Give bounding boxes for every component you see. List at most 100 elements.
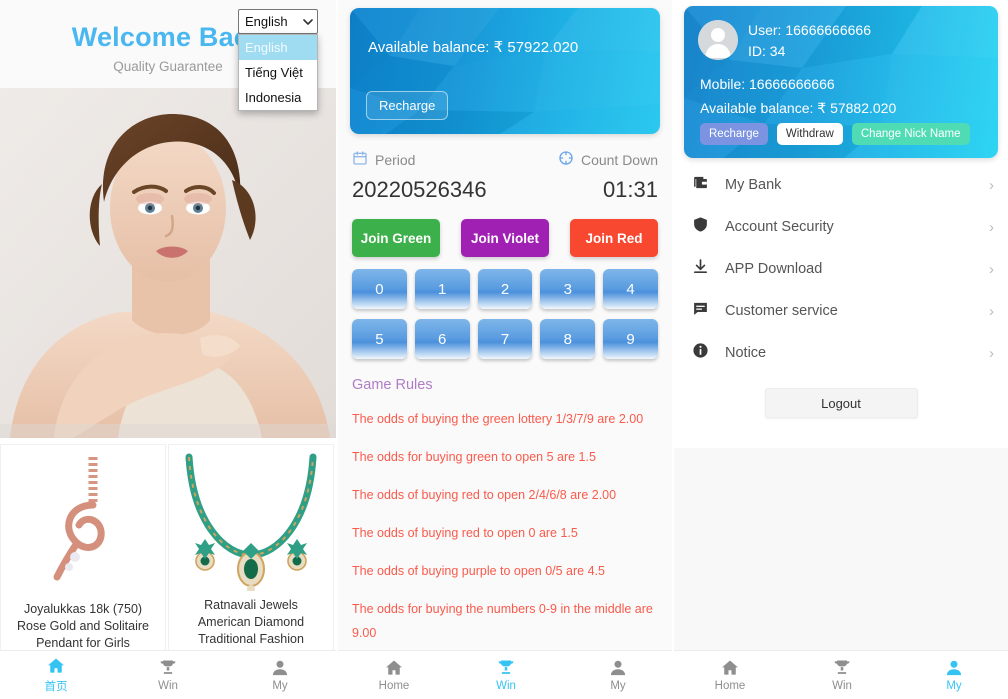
chevron-right-icon: › [989, 218, 994, 236]
number-button-2[interactable]: 2 [477, 269, 533, 309]
home-icon [46, 656, 66, 676]
countdown-label-group: Count Down [558, 150, 658, 169]
join-violet-button[interactable]: Join Violet [461, 219, 549, 257]
balance-card: Available balance: ₹ 57922.020 Recharge [350, 8, 660, 134]
tab-label: Home [378, 680, 410, 692]
period-countdown-labels: Period Count Down [338, 134, 672, 169]
number-button-9[interactable]: 9 [603, 319, 658, 359]
page-subtitle: Quality Guarantee [113, 59, 223, 74]
chevron-right-icon: › [989, 260, 994, 278]
download-icon [692, 258, 709, 280]
person-icon [270, 658, 290, 678]
menu-item-label: Customer service [725, 303, 838, 319]
logout-button[interactable]: Logout [764, 388, 918, 418]
language-select-box[interactable]: English [238, 9, 318, 34]
tab-win[interactable]: Win [450, 651, 562, 699]
tab-label: My [610, 680, 626, 692]
info-icon [692, 342, 709, 364]
chevron-right-icon: › [989, 302, 994, 320]
number-button-8[interactable]: 8 [540, 319, 596, 359]
bottom-tab-bar: Home Win My [338, 650, 672, 699]
product-caption: Joyalukkas 18k (750) Rose Gold and Solit… [16, 602, 150, 650]
chat-icon [692, 300, 709, 322]
chevron-right-icon: › [989, 176, 994, 194]
chevron-right-icon: › [989, 344, 994, 362]
chevron-down-icon [303, 17, 313, 27]
number-button-4[interactable]: 4 [603, 269, 658, 309]
number-button-0[interactable]: 0 [352, 269, 407, 309]
tab-label: Win [832, 680, 852, 692]
menu-item-label: My Bank [725, 177, 782, 193]
period-value: 20220526346 [352, 177, 487, 202]
language-selector[interactable]: English English Tiếng Việt Indonesia [238, 9, 318, 111]
green-necklace-set-icon [176, 451, 326, 591]
hero-banner-image[interactable] [0, 88, 336, 438]
number-button-7[interactable]: 7 [477, 319, 533, 359]
tab-label: Home [714, 680, 746, 692]
tab-my[interactable]: My [224, 651, 336, 699]
countdown-value: 01:31 [602, 177, 658, 202]
change-nick-name-button[interactable]: Change Nick Name [851, 123, 970, 145]
tab-win[interactable]: Win [112, 651, 224, 699]
language-option-indonesia[interactable]: Indonesia [239, 85, 317, 110]
product-card[interactable]: Joyalukkas 18k (750) Rose Gold and Solit… [0, 444, 166, 653]
menu-item-account-security[interactable]: Account Security › [674, 206, 1008, 248]
number-button-3[interactable]: 3 [540, 269, 596, 309]
page-title: Welcome Back [71, 22, 265, 52]
wallet-icon [692, 174, 709, 196]
product-card[interactable]: Ratnavali Jewels American Diamond Tradit… [168, 444, 334, 653]
withdraw-button[interactable]: Withdraw [776, 123, 843, 145]
user-profile-card: User: 16666666666 ID: 34 Mobile: 1666666… [684, 6, 998, 158]
recharge-button[interactable]: Recharge [700, 123, 768, 145]
game-rule-item: The odds of buying purple to open 0/5 ar… [352, 564, 605, 578]
language-selected-value: English [245, 14, 288, 29]
tab-label: 首页 [44, 681, 68, 693]
tab-label: Win [496, 680, 516, 692]
menu-item-label: APP Download [725, 261, 823, 277]
language-option-vietnamese[interactable]: Tiếng Việt [239, 60, 317, 85]
user-lines: User: 16666666666 ID: 34 [748, 20, 871, 62]
three-panel-screenshot: Welcome Back Quality Guarantee English E… [0, 0, 1008, 699]
join-green-button[interactable]: Join Green [352, 219, 440, 257]
user-id: ID: 34 [748, 43, 786, 59]
trophy-icon [832, 658, 852, 678]
panel-win-game: Available balance: ₹ 57922.020 Recharge … [336, 0, 672, 699]
bottom-tab-bar: 首页 Win My [0, 650, 336, 699]
game-rule-item: The odds of buying the green lottery 1/3… [352, 412, 644, 426]
trophy-icon [496, 658, 516, 678]
language-option-list[interactable]: English Tiếng Việt Indonesia [238, 34, 318, 111]
join-red-button[interactable]: Join Red [570, 219, 658, 257]
number-button-6[interactable]: 6 [414, 319, 470, 359]
tab-my[interactable]: My [562, 651, 672, 699]
tab-home[interactable]: 首页 [0, 651, 112, 699]
bottom-tab-bar: Home Win My [674, 650, 1008, 699]
game-rule-item: The odds for buying the numbers 0-9 in t… [352, 602, 653, 640]
language-option-english[interactable]: English [239, 35, 317, 60]
menu-item-my-bank[interactable]: My Bank › [674, 164, 1008, 206]
menu-item-label: Account Security [725, 219, 834, 235]
number-button-1[interactable]: 1 [414, 269, 470, 309]
user-contact-block: Mobile: 16666666666 Available balance: ₹… [700, 72, 896, 120]
balance-label: Available balance: ₹ 57922.020 [368, 39, 579, 56]
menu-item-notice[interactable]: Notice › [674, 332, 1008, 374]
panel-my-account: User: 16666666666 ID: 34 Mobile: 1666666… [672, 0, 1008, 699]
tab-home[interactable]: Home [338, 651, 450, 699]
tab-win[interactable]: Win [786, 651, 898, 699]
product-card-list: Joyalukkas 18k (750) Rose Gold and Solit… [0, 438, 336, 653]
product-caption: Ratnavali Jewels American Diamond Tradit… [197, 598, 305, 652]
period-label-group: Period [352, 150, 415, 169]
number-button-5[interactable]: 5 [352, 319, 407, 359]
period-countdown-values: 20220526346 01:31 [338, 169, 672, 203]
menu-item-customer-service[interactable]: Customer service › [674, 290, 1008, 332]
home-icon [720, 658, 740, 678]
rose-gold-pendant-icon [8, 451, 158, 595]
game-rules-heading: Game Rules [352, 377, 433, 393]
menu-item-label: Notice [725, 345, 767, 361]
period-label: Period [375, 151, 416, 168]
tab-home[interactable]: Home [674, 651, 786, 699]
tab-my[interactable]: My [898, 651, 1008, 699]
menu-item-app-download[interactable]: APP Download › [674, 248, 1008, 290]
recharge-button[interactable]: Recharge [366, 91, 449, 120]
trophy-icon [158, 658, 178, 678]
game-rule-item: The odds for buying green to open 5 are … [352, 450, 596, 464]
